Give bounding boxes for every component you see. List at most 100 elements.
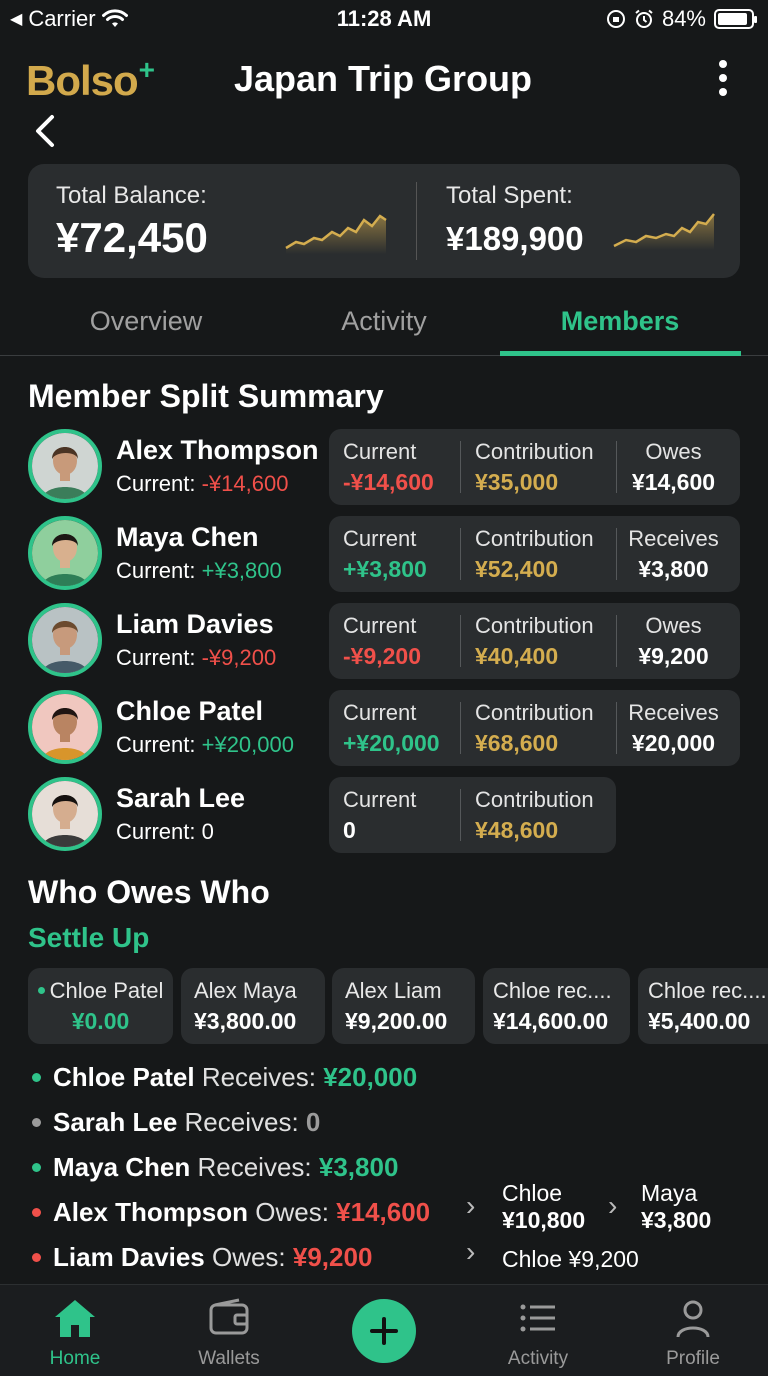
battery-icon <box>714 9 757 29</box>
member-stat-label: Current <box>343 526 417 551</box>
settlement-action: Receives: <box>190 1152 319 1182</box>
chevron-right-icon: › <box>466 1190 476 1221</box>
settle-chip[interactable]: Alex Liam ¥9,200.00 <box>332 968 475 1044</box>
avatar <box>28 516 102 590</box>
member-stat-label: Contribution <box>475 526 594 551</box>
settlement-row[interactable]: Chloe Patel Receives: ¥20,000 <box>32 1062 417 1093</box>
member-stat-label: Current <box>343 613 417 638</box>
member-name: Maya Chen <box>116 522 259 552</box>
nav-profile-label: Profile <box>666 1348 720 1369</box>
orientation-lock-icon <box>606 10 625 28</box>
settlement-amount: 0 <box>305 1107 321 1137</box>
member-current-value: -¥9,200 <box>201 645 277 670</box>
payee-inline: Chloe ¥9,200 <box>502 1246 639 1272</box>
member-stat: Contribution ¥35,000 <box>475 439 594 496</box>
active-tab-indicator <box>500 351 741 356</box>
payee-detail: Chloe ¥10,800 <box>502 1180 585 1234</box>
wallet-icon <box>209 1298 249 1335</box>
add-expense-button[interactable] <box>352 1299 416 1363</box>
bottom-navigation: Home Wallets Activity Profile <box>0 1284 768 1376</box>
member-stat-value: ¥40,400 <box>475 643 559 669</box>
payee-detail: Maya ¥3,800 <box>641 1180 711 1234</box>
member-stats-card: Current 0 Contribution ¥48,600 <box>329 777 616 853</box>
total-balance: Total Balance: ¥72,450 <box>56 182 208 262</box>
status-dot <box>32 1117 41 1127</box>
settle-chip-amount: ¥14,600.00 <box>493 1008 609 1034</box>
member-name: Chloe Patel <box>116 696 264 726</box>
settlement-name: Sarah Lee <box>53 1107 178 1137</box>
member-stat-value: ¥52,400 <box>475 556 559 582</box>
avatar <box>28 777 102 851</box>
member-stats-card: Current +¥20,000 Contribution ¥68,600 Re… <box>329 690 740 766</box>
member-stat: Current +¥20,000 <box>343 700 440 757</box>
settlement-name: Alex Thompson <box>53 1197 249 1227</box>
more-options-icon[interactable] <box>718 60 728 96</box>
member-stat: Contribution ¥68,600 <box>475 700 594 757</box>
settle-chip[interactable]: Chloe Patel ¥0.00 <box>28 968 173 1044</box>
settlement-action: Receives: <box>177 1107 306 1137</box>
tab-overview[interactable]: Overview <box>26 306 266 337</box>
balance-sparkline <box>285 214 387 254</box>
settlement-row[interactable]: Liam Davies Owes: ¥9,200 <box>32 1242 372 1273</box>
settle-chip-name: Chloe Patel <box>49 978 164 1003</box>
member-name: Sarah Lee <box>116 783 246 813</box>
member-current-label: Current: <box>116 471 196 496</box>
member-current-label: Current: <box>116 732 196 757</box>
settle-chip[interactable]: Alex Maya ¥3,800.00 <box>181 968 325 1044</box>
home-icon <box>55 1300 95 1337</box>
settlement-row[interactable]: Alex Thompson Owes: ¥14,600 <box>32 1197 430 1228</box>
member-stat-value: ¥48,600 <box>475 817 559 843</box>
settle-chip-name: Chloe rec.... <box>493 978 612 1003</box>
nav-home[interactable]: Home <box>20 1297 130 1370</box>
nav-activity[interactable]: Activity <box>483 1297 593 1370</box>
nav-wallets-label: Wallets <box>198 1348 260 1369</box>
status-dot <box>37 986 45 994</box>
alarm-icon <box>635 9 653 28</box>
settle-chip-name: Alex Maya <box>194 978 297 1003</box>
member-stat: Receives ¥3,800 <box>611 526 736 583</box>
settle-chip-name: Alex Liam <box>345 978 442 1003</box>
member-stat: Current 0 <box>343 787 416 844</box>
settlement-amount: ¥3,800 <box>318 1152 399 1182</box>
nav-profile[interactable]: Profile <box>638 1297 748 1370</box>
settle-chip[interactable]: Chloe rec.... ¥14,600.00 <box>483 968 630 1044</box>
status-dot <box>32 1207 41 1217</box>
member-stat-label: Current <box>343 700 417 725</box>
list-icon <box>520 1304 555 1332</box>
member-row[interactable]: Maya Chen Current: +¥3,800 Current +¥3,8… <box>28 516 740 592</box>
settle-chip-amount: ¥5,400.00 <box>648 1008 751 1034</box>
avatar <box>28 429 102 503</box>
member-row[interactable]: Chloe Patel Current: +¥20,000 Current +¥… <box>28 690 740 766</box>
settle-chip[interactable]: Chloe rec.... ¥5,400.00 <box>638 968 768 1044</box>
settlement-row[interactable]: Maya Chen Receives: ¥3,800 <box>32 1152 398 1183</box>
member-stat: Owes ¥14,600 <box>611 439 736 496</box>
status-dot <box>32 1162 41 1172</box>
tab-activity[interactable]: Activity <box>264 306 504 337</box>
nav-wallets[interactable]: Wallets <box>174 1297 284 1370</box>
member-stat-label: Receives <box>628 526 719 551</box>
member-current: Current: 0 <box>116 819 214 845</box>
total-spent: Total Spent: ¥189,900 <box>446 182 584 258</box>
settlement-row[interactable]: Sarah Lee Receives: 0 <box>32 1107 320 1138</box>
spent-sparkline <box>613 213 715 250</box>
balance-summary-card: Total Balance: ¥72,450 Total Spent: ¥189… <box>28 164 740 278</box>
member-row[interactable]: Alex Thompson Current: -¥14,600 Current … <box>28 429 740 505</box>
member-row[interactable]: Sarah Lee Current: 0 Current 0 Contribut… <box>28 777 740 853</box>
member-stat-value: -¥14,600 <box>343 469 434 495</box>
member-stat: Receives ¥20,000 <box>611 700 736 757</box>
member-current-label: Current: <box>116 558 196 583</box>
chevron-right-icon: › <box>466 1236 476 1267</box>
status-bar: ◀ Carrier 11:28 AM 84% <box>0 0 768 40</box>
tab-members[interactable]: Members <box>500 306 740 337</box>
stat-divider <box>460 702 461 754</box>
member-stat-value: ¥9,200 <box>638 643 709 669</box>
settlement-amount: ¥14,600 <box>336 1197 431 1227</box>
member-stat: Current +¥3,800 <box>343 526 427 583</box>
payee-name: Maya <box>641 1180 698 1206</box>
back-arrow-icon[interactable] <box>30 114 62 148</box>
member-row[interactable]: Liam Davies Current: -¥9,200 Current -¥9… <box>28 603 740 679</box>
stat-divider <box>460 528 461 580</box>
stat-divider <box>616 441 617 493</box>
stat-divider <box>616 615 617 667</box>
settle-up-link[interactable]: Settle Up <box>28 922 149 954</box>
